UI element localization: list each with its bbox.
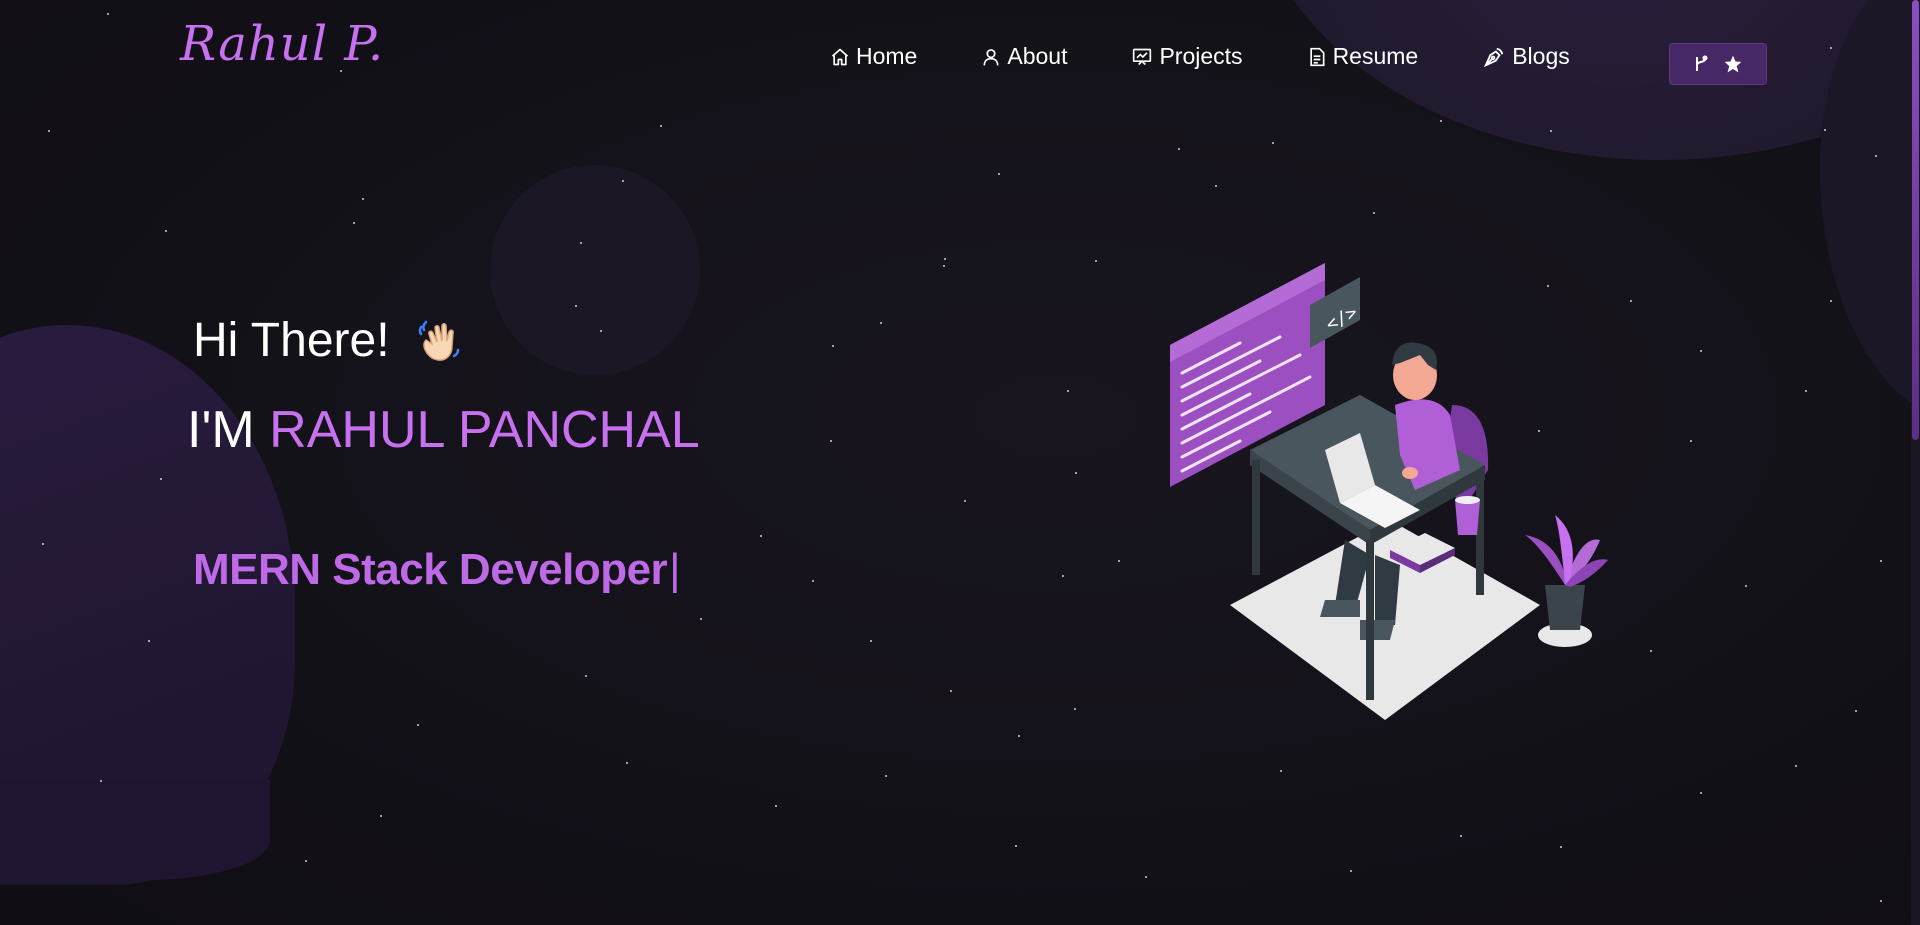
nav-about[interactable]: About [981, 43, 1067, 70]
github-star-button[interactable] [1669, 43, 1767, 85]
star-icon [1724, 55, 1742, 73]
background-blob [490, 165, 700, 375]
document-icon [1309, 47, 1325, 66]
background-blob [1250, 0, 1920, 160]
nav-blogs[interactable]: Blogs [1482, 43, 1570, 70]
nav-blogs-label: Blogs [1512, 43, 1570, 69]
name-prefix: I'M [187, 401, 255, 459]
greeting-text: Hi There! [193, 314, 390, 367]
nav-resume-label: Resume [1332, 43, 1419, 69]
nav-resume[interactable]: Resume [1307, 43, 1419, 70]
name-highlight: RAHUL PANCHAL [269, 401, 700, 459]
page: Rahul P. Home About Projects Resume Blog… [0, 0, 1920, 925]
background-blob [1820, 0, 1920, 420]
nav-projects[interactable]: Projects [1131, 43, 1243, 70]
typewriter-cursor: | [669, 545, 681, 594]
nav-projects-label: Projects [1159, 43, 1243, 69]
role-text: MERN Stack Developer [193, 545, 668, 594]
developer-illustration: </> [1170, 263, 1608, 720]
pen-nib-icon [1484, 47, 1504, 67]
scrollbar-thumb[interactable] [1912, 0, 1919, 440]
hero-greeting: Hi There! [193, 313, 466, 368]
hero-name: I'M RAHUL PANCHAL [187, 400, 700, 460]
typewriter-role: MERN Stack Developer| [193, 545, 681, 595]
user-icon [983, 48, 999, 65]
scrollbar-track[interactable] [1911, 0, 1920, 925]
background-blob [0, 780, 270, 880]
projects-icon [1133, 48, 1152, 65]
home-icon [831, 48, 849, 65]
waving-hand-icon [418, 320, 459, 361]
nav-about-label: About [1007, 43, 1068, 69]
nav-home[interactable]: Home [830, 43, 917, 70]
git-fork-icon [1696, 55, 1708, 71]
nav-home-label: Home [856, 43, 918, 69]
main-nav: Home About Projects Resume Blogs [830, 43, 1570, 70]
logo[interactable]: Rahul P. [180, 16, 384, 72]
illustration-cup [1455, 500, 1480, 535]
